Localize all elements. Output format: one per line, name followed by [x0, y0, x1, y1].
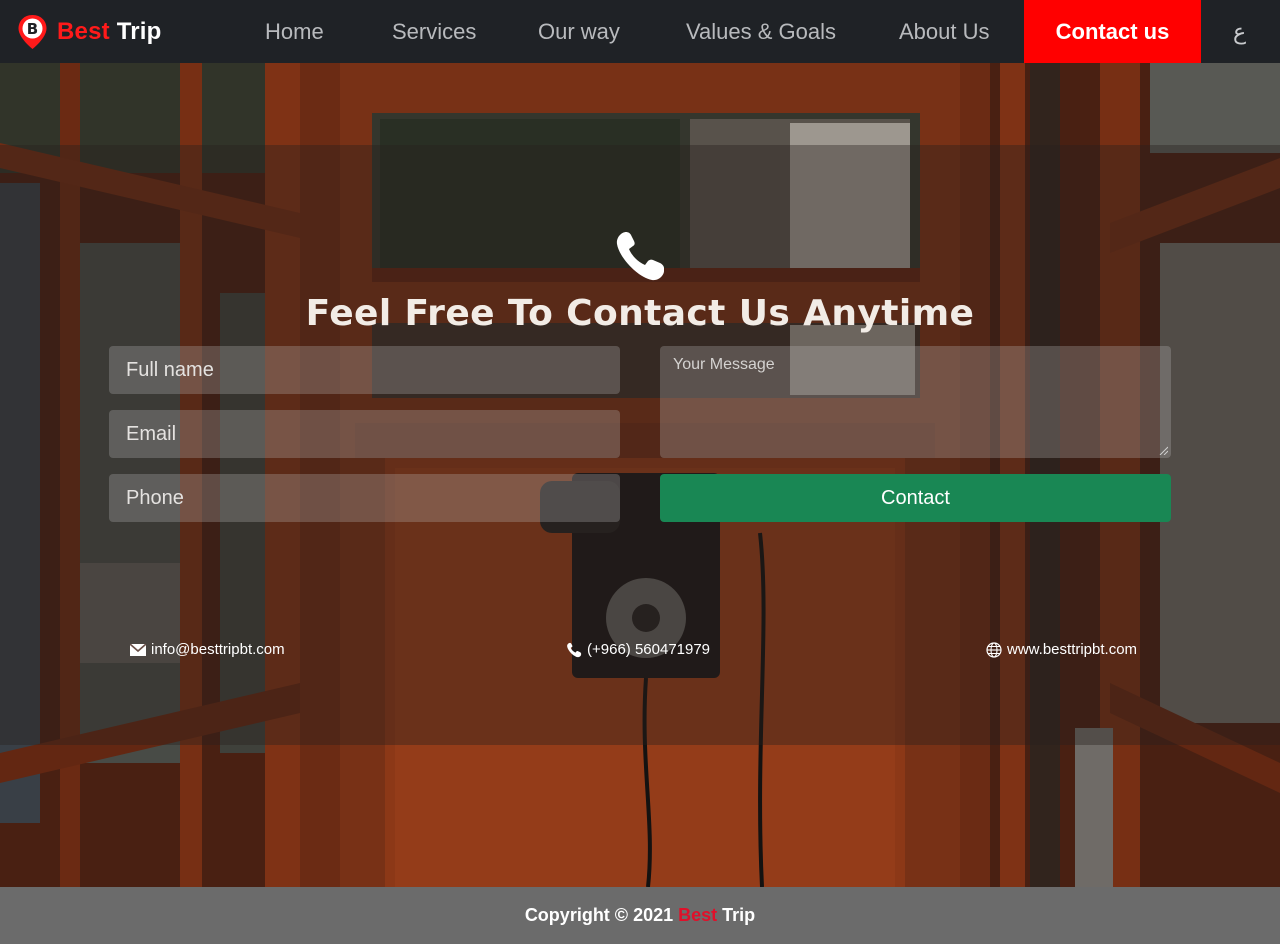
location-pin-logo-icon: B [18, 15, 47, 49]
nav-contact-us[interactable]: Contact us [1024, 0, 1201, 63]
email-input[interactable]: Email [109, 410, 620, 458]
nav-about-us[interactable]: About Us [899, 0, 990, 63]
contact-website-link[interactable]: www.besttripbt.com [986, 641, 1137, 658]
phone-icon [616, 232, 664, 281]
nav-values-goals[interactable]: Values & Goals [686, 0, 836, 63]
full-name-placeholder: Full name [126, 359, 214, 381]
nav-home[interactable]: Home [265, 0, 324, 63]
full-name-input[interactable]: Full name [109, 346, 620, 394]
contact-email-text: info@besttripbt.com [151, 641, 285, 658]
contact-hero-section: Feel Free To Contact Us Anytime Full nam… [0, 63, 1280, 887]
phone-small-icon [567, 642, 582, 657]
svg-text:B: B [27, 20, 38, 38]
globe-icon [986, 641, 1002, 658]
message-textarea[interactable]: Your Message [660, 346, 1171, 458]
email-placeholder: Email [126, 423, 177, 445]
brand-logo-link[interactable]: B Best Trip [17, 14, 162, 50]
phone-placeholder: Phone [126, 487, 184, 509]
footer-brand-best: Best [678, 905, 718, 925]
brand-best: Best [57, 18, 110, 45]
footer-brand-trip: Trip [722, 905, 756, 925]
nav-our-way[interactable]: Our way [538, 0, 620, 63]
page-footer: Copyright © 2021 Best Trip [0, 887, 1280, 944]
phone-input[interactable]: Phone [109, 474, 620, 522]
contact-email-link[interactable]: info@besttripbt.com [130, 641, 285, 658]
message-placeholder: Your Message [673, 356, 775, 373]
copyright-text: Copyright © 2021 [524, 905, 674, 925]
nav-services[interactable]: Services [392, 0, 476, 63]
contact-phone-text: (+966) 560471979 [587, 641, 711, 658]
contact-headline: Feel Free To Contact Us Anytime [305, 293, 975, 334]
contact-website-text: www.besttripbt.com [1007, 641, 1138, 658]
resize-grip-icon[interactable] [1159, 446, 1168, 455]
brand-trip: Trip [116, 18, 162, 45]
contact-submit-button[interactable]: Contact [660, 474, 1171, 522]
contact-phone-link[interactable]: (+966) 560471979 [566, 641, 710, 658]
top-navbar: B Best Trip Home Services Our way Values… [0, 0, 1280, 63]
language-switch-link[interactable]: ع [1233, 0, 1246, 63]
brand-name: Best Trip [57, 18, 162, 46]
envelope-icon [130, 643, 146, 656]
